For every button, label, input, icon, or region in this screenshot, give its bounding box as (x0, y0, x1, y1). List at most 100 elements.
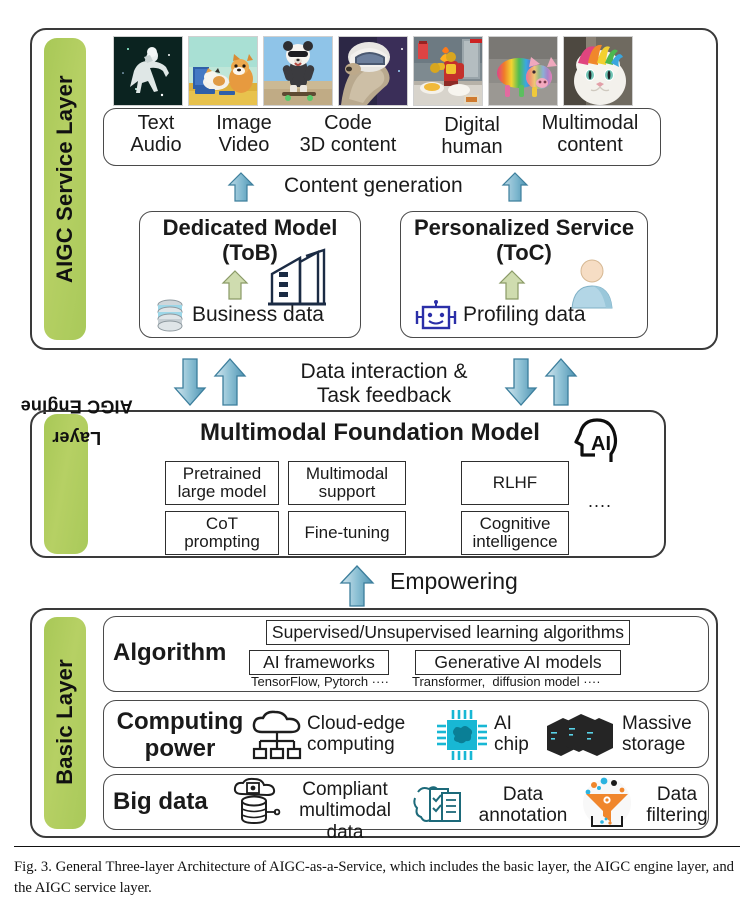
computing-power-title: Computing power (110, 708, 250, 763)
capability-cot-prompting[interactable]: CoT prompting (165, 511, 279, 555)
output-type-image-video: Image Video (203, 112, 285, 157)
data-annotation-line2: annotation (478, 805, 568, 827)
cloud-database-icon (230, 777, 281, 828)
compliant-multimodal-data-label: Compliant multimodal data (281, 779, 409, 843)
aigc-service-layer-tab: AIGC Service Layer (44, 38, 86, 340)
cloud-edge-computing-line2: computing (307, 734, 395, 756)
rainbow-pig-thumbnail (488, 36, 558, 106)
capability-pretrained-large-model[interactable]: Pretrained large model (165, 461, 279, 505)
generated-samples-strip (113, 36, 633, 106)
caption-divider (14, 846, 740, 847)
profiling-data-arrow (498, 270, 526, 300)
data-filtering-line1: Data (656, 784, 698, 805)
output-type-label: Image (216, 112, 272, 134)
capability-label: RLHF (492, 472, 538, 492)
business-data-label: Business data (192, 303, 324, 326)
ai-badge-text: AI (591, 433, 611, 455)
empowering-arrow (339, 565, 375, 607)
iron-man-cooking-thumbnail (413, 36, 483, 106)
output-type-code-3d: Code 3D content (292, 112, 404, 157)
profiling-data-label: Profiling data (463, 303, 586, 326)
aigc-engine-layer-label-line2: Layer (52, 428, 102, 449)
aigc-architecture-figure: AIGC Service Layer Text Audio Image Vide… (0, 0, 754, 917)
ai-frameworks-box[interactable]: AI frameworks (249, 650, 389, 675)
dog-helmet-thumbnail (338, 36, 408, 106)
robot-icon (414, 300, 458, 332)
data-interaction-label: Data interaction & Task feedback (264, 360, 504, 407)
astronaut-riding-horse-thumbnail (113, 36, 183, 106)
compliant-multimodal-data-line2: multimodal (299, 800, 391, 822)
data-interaction-arrow-up-right (544, 358, 578, 406)
ai-chip-icon (435, 708, 489, 762)
data-filtering-label: Data filtering (632, 784, 722, 827)
capability-label: Fine-tuning (304, 522, 390, 542)
capability-label: Cognitive intelligence (472, 513, 558, 551)
capability-rlhf[interactable]: RLHF (461, 461, 569, 505)
cat-and-corgi-painting-thumbnail (188, 36, 258, 106)
cloud-edge-computing-line1: Cloud-edge (307, 713, 406, 734)
aigc-service-layer-label: AIGC Service Layer (52, 75, 77, 283)
computing-power-title-line2: power (144, 734, 216, 762)
output-type-label: human (441, 136, 503, 159)
compliant-multimodal-data-line3: data (326, 821, 364, 843)
output-type-digital-human: Digital human (422, 114, 522, 159)
database-icon (155, 299, 185, 333)
supervised-unsupervised-box[interactable]: Supervised/Unsupervised learning algorit… (266, 620, 630, 645)
data-filtering-line2: filtering (646, 805, 708, 827)
data-annotation-label: Data annotation (462, 784, 584, 827)
dedicated-model-title-line1: Dedicated Model (162, 215, 338, 240)
data-interaction-line2: Task feedback (316, 383, 452, 407)
panda-skateboard-thumbnail (263, 36, 333, 106)
content-generation-label: Content generation (284, 174, 463, 197)
basic-layer-label: Basic Layer (52, 659, 77, 785)
capability-label: Pretrained large model (177, 463, 267, 501)
data-interaction-arrow-down-right (504, 358, 538, 406)
data-annotation-line1: Data (502, 784, 544, 805)
output-type-label: Multimodal (541, 112, 639, 134)
engine-layer-ellipsis: .... (588, 491, 613, 511)
multimodal-foundation-model-title: Multimodal Foundation Model (200, 419, 540, 446)
output-type-label: 3D content (299, 134, 397, 157)
output-type-text-audio: Text Audio (118, 112, 194, 157)
server-rack-icon (545, 708, 617, 760)
output-type-label: content (557, 134, 623, 157)
capability-label: Multimodal support (305, 463, 389, 501)
generative-ai-models-box[interactable]: Generative AI models (415, 650, 621, 675)
aigc-engine-layer-label-line1: AIGC Engine (20, 396, 133, 417)
ai-frameworks-label: AI frameworks (263, 652, 375, 673)
supervised-unsupervised-label: Supervised/Unsupervised learning algorit… (271, 622, 625, 643)
output-type-multimodal-content: Multimodal content (524, 112, 656, 157)
content-generation-arrow-right (501, 172, 529, 202)
generative-ai-models-caption: Transformer, diffusion model ···· (412, 674, 601, 689)
empowering-label: Empowering (390, 568, 518, 594)
basic-layer-tab: Basic Layer (44, 617, 86, 829)
data-interaction-arrow-up-left (213, 358, 247, 406)
massive-storage-label: Massive storage (622, 713, 712, 756)
output-type-label: Digital (444, 114, 500, 136)
funnel-filter-icon (580, 777, 634, 828)
personalized-service-title-line1: Personalized Service (413, 215, 635, 240)
aigc-engine-layer-tab: AIGC Engine Layer (21, 397, 133, 554)
output-type-label: Code (324, 112, 372, 134)
ai-head-icon: AI (573, 414, 621, 466)
office-building-icon (266, 248, 328, 306)
compliant-multimodal-data-line1: Compliant (302, 779, 388, 800)
data-interaction-line1: Data interaction & (300, 360, 468, 383)
massive-storage-line2: storage (622, 734, 686, 756)
output-type-label: Video (218, 134, 270, 157)
capability-label: CoT prompting (184, 513, 260, 551)
algorithm-title: Algorithm (113, 639, 227, 666)
output-type-label: Audio (130, 134, 182, 157)
figure-caption: Fig. 3. General Three-layer Architecture… (14, 859, 735, 896)
cloud-network-icon (249, 710, 305, 760)
massive-storage-line1: Massive (622, 713, 692, 734)
business-data-arrow (221, 270, 249, 300)
capability-fine-tuning[interactable]: Fine-tuning (288, 511, 406, 555)
ai-frameworks-caption: TensorFlow, Pytorch ···· (251, 674, 389, 689)
generative-ai-models-label: Generative AI models (434, 652, 602, 673)
capability-cognitive-intelligence[interactable]: Cognitive intelligence (461, 511, 569, 555)
capability-multimodal-support[interactable]: Multimodal support (288, 461, 406, 505)
content-generation-arrow-left (227, 172, 255, 202)
annotation-document-icon (412, 784, 464, 826)
data-interaction-arrow-down-left (173, 358, 207, 406)
